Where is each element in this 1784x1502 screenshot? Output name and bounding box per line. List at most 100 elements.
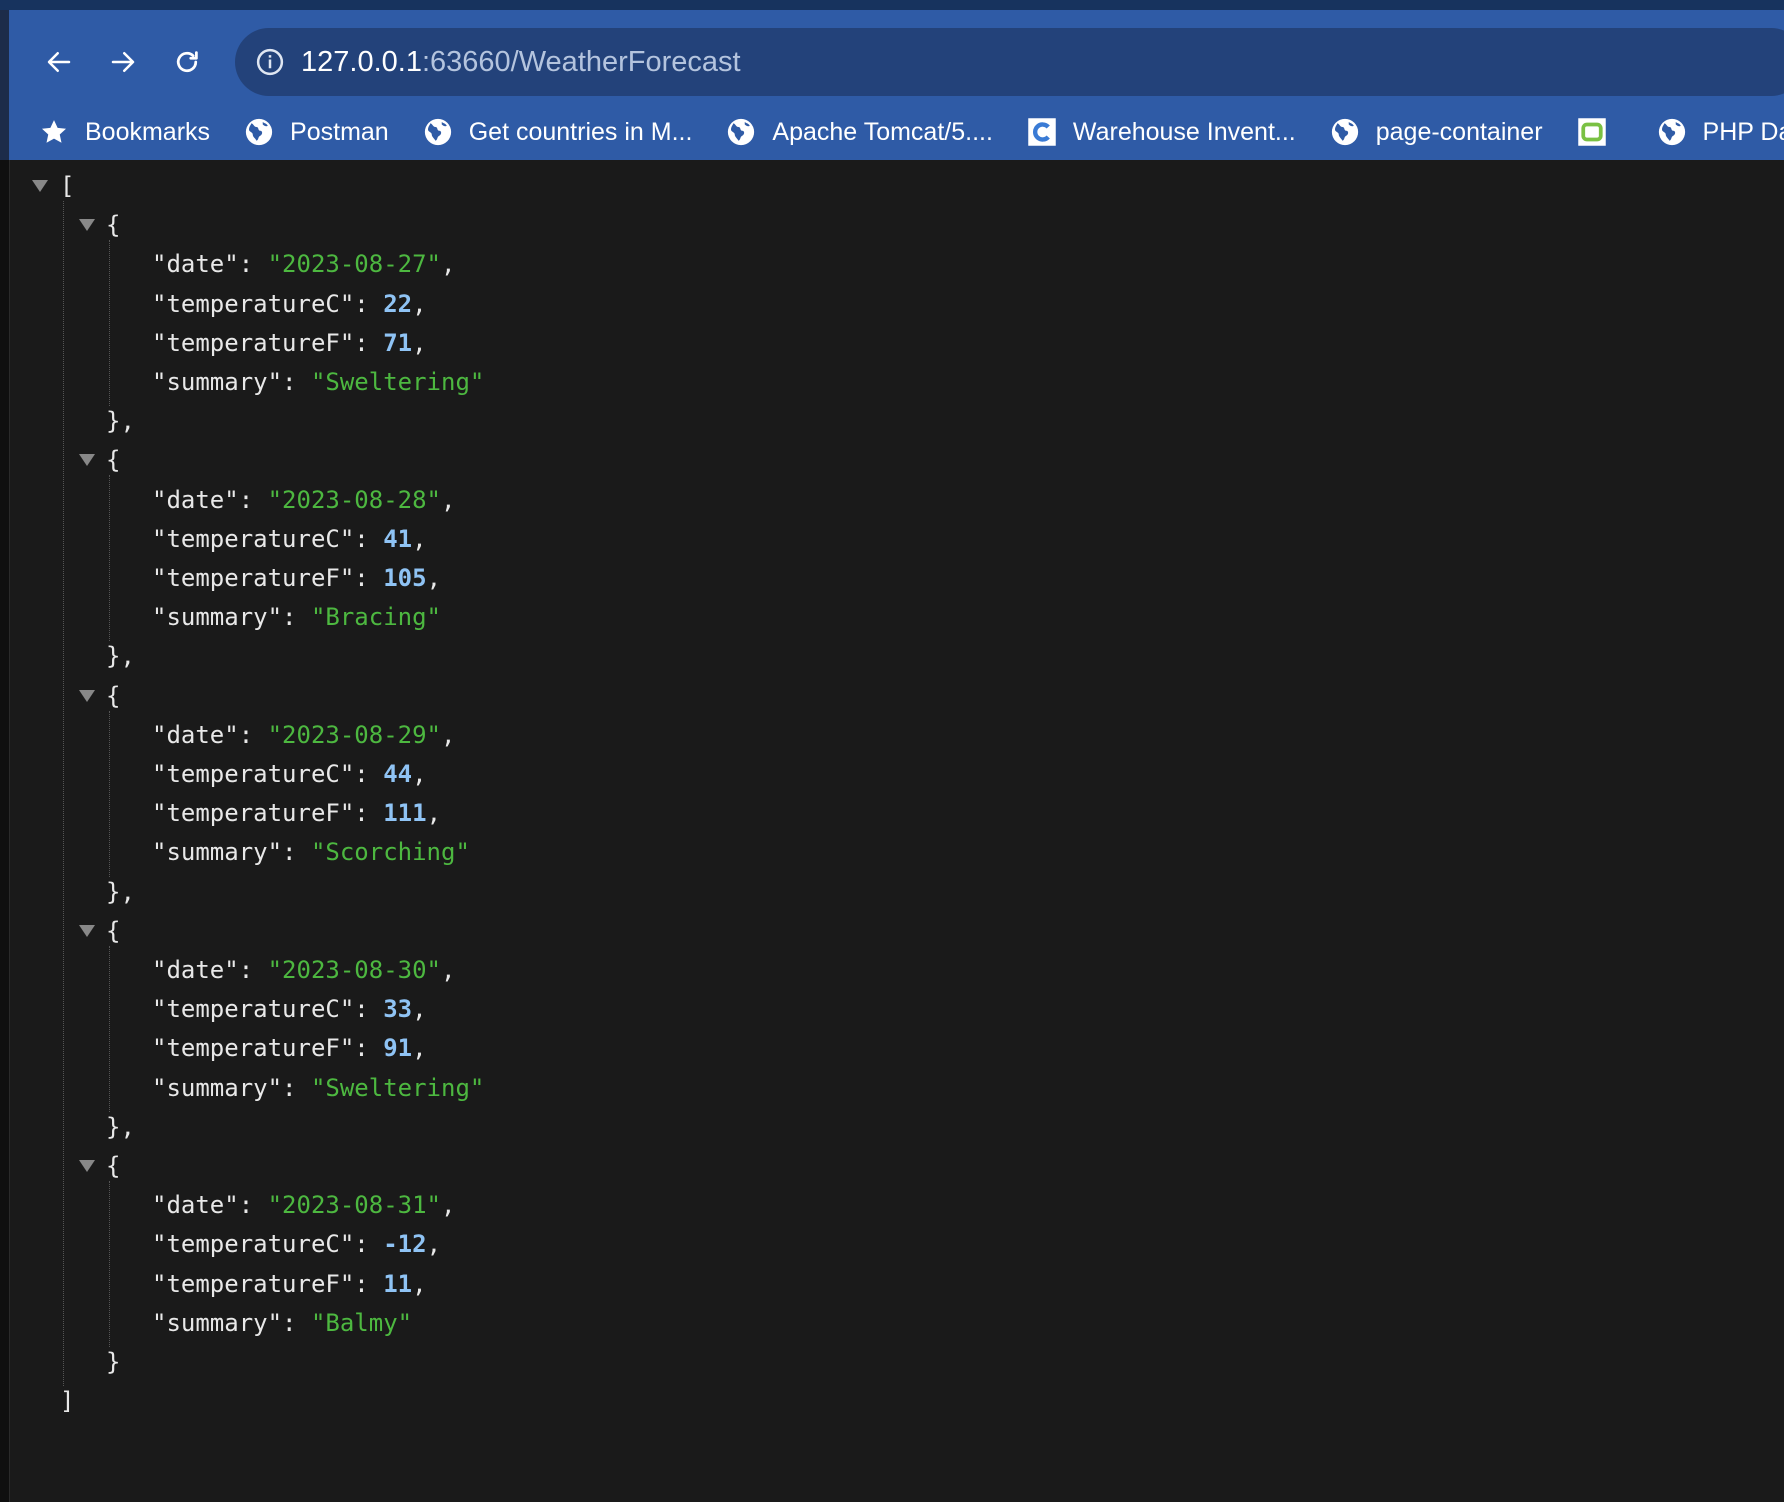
json-value-summary: "Sweltering" [310,368,485,396]
json-property-temperatureF: "temperatureF": 91, [152,1034,427,1063]
bookmark-label: Warehouse Invent... [1072,117,1296,146]
json-value-temperatureF: 111 [383,799,427,828]
bookmark-item[interactable]: Apache Tomcat/5.... [726,117,993,147]
json-key: "summary" [152,1073,283,1102]
json-key: "temperatureC" [152,289,355,318]
bookmark-label: Get countries in M... [468,117,693,146]
bookmark-item[interactable]: Get countries in M... [423,117,693,147]
json-value-date: "2023-08-28" [267,485,441,514]
open-bracket: [ [60,172,75,200]
json-object-close: } [106,1348,121,1376]
back-button[interactable] [37,40,81,84]
forward-button[interactable] [101,40,145,84]
json-property-temperatureC: "temperatureC": 41, [152,524,427,553]
json-object-close: }, [106,407,135,436]
json-value-date: "2023-08-27" [267,250,441,279]
json-viewer: [{"date": "2023-08-27", "temperatureC": 2… [9,160,1784,1502]
json-key: "date" [152,250,239,279]
json-value-summary: "Scorching" [310,838,470,867]
json-key: "temperatureF" [152,799,355,828]
json-value-temperatureF: 91 [383,1034,413,1063]
json-object-close: }, [106,642,135,671]
json-property-temperatureC: "temperatureC": -12, [152,1230,442,1259]
json-property-temperatureF: "temperatureF": 105, [152,564,442,592]
json-key: "temperatureF" [152,328,355,357]
bookmarks-bar: Bookmarks Postman Get countries in M... Apa… [39,112,1784,152]
window-top-strip [0,0,1784,10]
bookmark-label: Apache Tomcat/5.... [772,117,993,146]
bookmark-item[interactable]: Warehouse Invent... [1027,117,1296,147]
json-value-temperatureC: 33 [383,995,413,1024]
json-property-summary: "summary": "Sweltering" [152,368,485,396]
json-property-summary: "summary": "Balmy" [152,1308,413,1337]
json-value-temperatureC: 44 [383,760,413,788]
json-value-temperatureC: 22 [383,289,413,318]
address-bar[interactable]: 127.0.0.1:63660/WeatherForecast [235,28,1784,96]
json-value-date: "2023-08-31" [267,1191,441,1220]
json-key: "temperatureC" [152,995,355,1024]
collapse-toggle-icon[interactable] [79,689,95,702]
json-key: "summary" [152,368,283,396]
content-left-edge [0,160,9,1502]
json-key: "temperatureF" [152,564,355,592]
bookmark-item[interactable]: Postman [244,117,389,147]
json-key: "temperatureF" [152,1269,355,1298]
collapse-toggle-icon[interactable] [79,1160,95,1172]
globe-icon [1657,117,1687,147]
json-key: "date" [152,485,239,514]
json-property-date: "date": "2023-08-31", [152,1191,456,1220]
json-key: "temperatureC" [152,1230,355,1259]
json-property-summary: "summary": "Sweltering" [152,1073,485,1102]
bookmark-item[interactable]: PHP Da [1657,117,1784,147]
indent-guide [63,201,64,1387]
json-property-temperatureC: "temperatureC": 22, [152,289,427,318]
json-key: "temperatureF" [152,1034,355,1063]
json-property-temperatureC: "temperatureC": 44, [152,760,427,788]
json-key: "summary" [152,1308,283,1337]
json-value-temperatureC: 41 [383,524,413,553]
bookmark-label: page-container [1375,117,1543,146]
collapse-toggle-icon[interactable] [79,219,95,232]
indent-guide [109,475,110,642]
reload-icon [176,51,198,73]
json-value-temperatureF: 71 [383,328,413,357]
reload-button[interactable] [165,40,209,84]
globe-icon [423,117,453,147]
browser-toolbar: 127.0.0.1:63660/WeatherForecast Bookmark… [9,10,1784,160]
chrome-left-edge [0,10,9,160]
json-key: "date" [152,956,239,984]
json-property-date: "date": "2023-08-28", [152,485,456,514]
json-property-temperatureF: "temperatureF": 71, [152,328,427,357]
c-logo-icon [1027,117,1057,147]
json-value-summary: "Sweltering" [310,1073,485,1102]
json-property-date: "date": "2023-08-27", [152,250,456,279]
globe-icon [726,117,756,147]
json-property-temperatureF: "temperatureF": 111, [152,799,442,828]
json-property-date: "date": "2023-08-29", [152,720,456,749]
globe-icon [244,117,274,147]
globe-icon [1330,117,1360,147]
json-key: "date" [152,1191,239,1220]
collapse-toggle-icon[interactable] [32,180,48,192]
collapse-toggle-icon[interactable] [79,454,95,467]
json-property-date: "date": "2023-08-30", [152,956,456,984]
json-object-close: }, [106,877,135,906]
json-value-summary: "Balmy" [310,1308,413,1337]
bookmark-item[interactable] [1577,117,1623,147]
json-property-summary: "summary": "Bracing" [152,603,441,632]
star-icon [39,117,69,147]
bookmark-item[interactable]: Bookmarks [39,117,210,147]
url-text[interactable]: 127.0.0.1:63660/WeatherForecast [301,28,741,96]
collapse-toggle-icon[interactable] [79,924,95,937]
indent-guide [109,710,110,877]
url-host: 127.0.0.1 [301,46,422,78]
info-icon[interactable] [255,47,285,77]
json-value-temperatureF: 105 [383,564,427,592]
url-path: :63660/WeatherForecast [421,46,741,78]
json-key: "temperatureC" [152,524,355,553]
bookmark-item[interactable]: page-container [1330,117,1543,147]
json-key: "summary" [152,603,283,632]
json-value-date: "2023-08-29" [267,720,441,749]
json-array-close: ] [60,1382,74,1421]
json-value-summary: "Bracing" [310,603,441,632]
